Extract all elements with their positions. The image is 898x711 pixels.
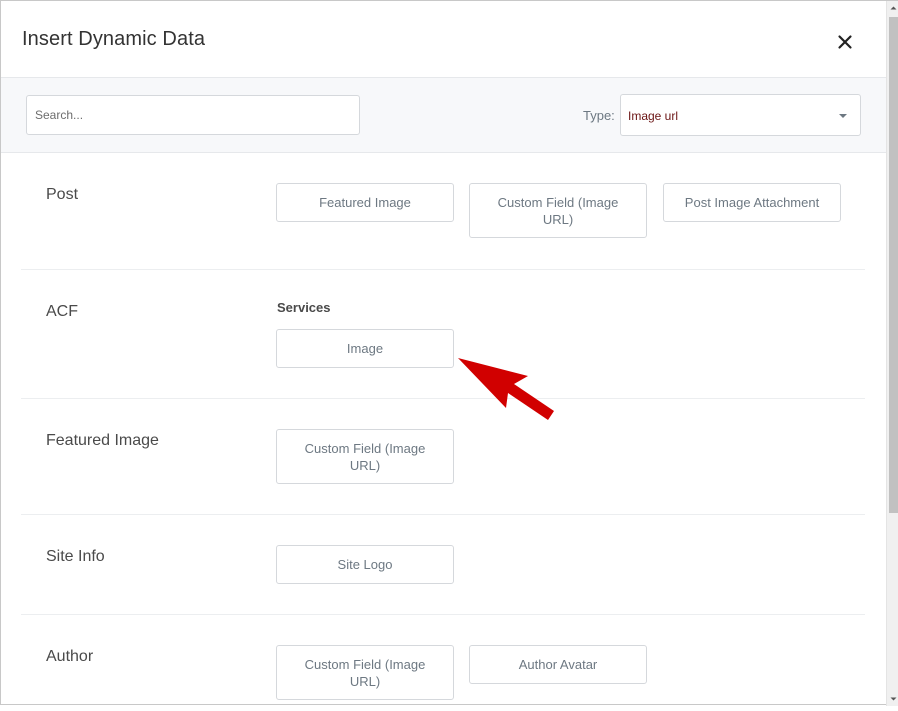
section-title: ACF xyxy=(46,303,78,320)
scroll-thumb[interactable] xyxy=(889,17,898,513)
section-author: Author Custom Field (Image URL) Author A… xyxy=(21,615,865,705)
insert-dynamic-data-dialog: Insert Dynamic Data Type: Image url Post… xyxy=(0,0,898,706)
type-label: Type: xyxy=(583,108,615,123)
option-custom-field-image-url[interactable]: Custom Field (Image URL) xyxy=(276,429,454,484)
close-button[interactable] xyxy=(833,30,857,54)
section-title: Post xyxy=(46,186,79,203)
type-select-value: Image url xyxy=(628,109,679,123)
group-title-services: Services xyxy=(277,300,331,315)
chevron-up-icon xyxy=(890,6,897,10)
option-post-image-attachment[interactable]: Post Image Attachment xyxy=(663,183,841,222)
type-select[interactable]: Image url xyxy=(620,94,861,136)
dialog-title: Insert Dynamic Data xyxy=(22,28,206,50)
section-title: Site Info xyxy=(46,548,105,565)
section-featured-image: Featured Image Custom Field (Image URL) xyxy=(21,399,865,515)
caret-down-icon xyxy=(839,114,847,118)
section-title: Featured Image xyxy=(46,432,159,449)
option-featured-image[interactable]: Featured Image xyxy=(276,183,454,222)
options-list: Post Featured Image Custom Field (Image … xyxy=(1,153,886,705)
search-input[interactable] xyxy=(26,95,360,135)
option-acf-image[interactable]: Image xyxy=(276,329,454,368)
option-site-logo[interactable]: Site Logo xyxy=(276,545,454,584)
scroll-down-button[interactable] xyxy=(887,692,898,706)
scrollbar[interactable] xyxy=(886,1,898,706)
chevron-down-icon xyxy=(890,697,897,701)
dialog-header: Insert Dynamic Data xyxy=(1,1,886,78)
scroll-up-button[interactable] xyxy=(887,1,898,15)
section-acf: ACF Services Image xyxy=(21,270,865,399)
section-title: Author xyxy=(46,648,94,665)
option-custom-field-image-url[interactable]: Custom Field (Image URL) xyxy=(276,645,454,700)
section-site-info: Site Info Site Logo xyxy=(21,515,865,615)
filter-bar: Type: Image url xyxy=(1,78,886,153)
option-custom-field-image-url[interactable]: Custom Field (Image URL) xyxy=(469,183,647,238)
close-icon xyxy=(838,35,852,49)
option-author-avatar[interactable]: Author Avatar xyxy=(469,645,647,684)
section-post: Post Featured Image Custom Field (Image … xyxy=(21,153,865,270)
